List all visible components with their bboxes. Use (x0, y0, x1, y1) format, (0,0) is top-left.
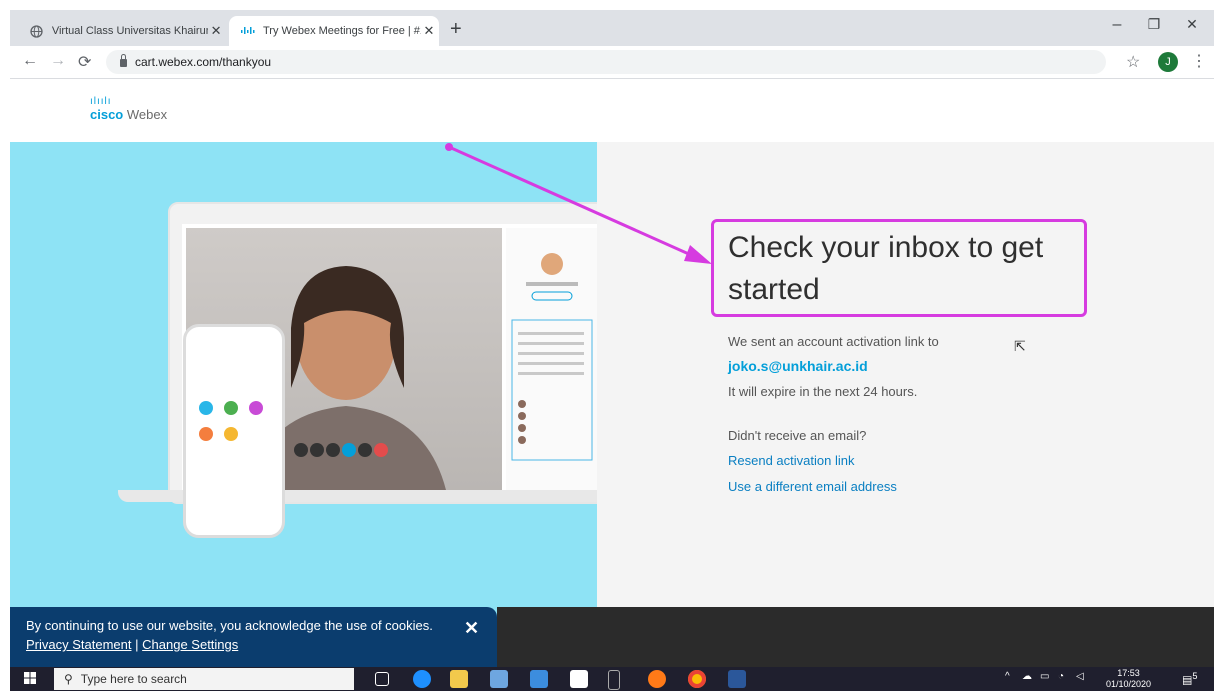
taskbar-search-input[interactable]: ⚲ Type here to search (54, 668, 354, 690)
edge-icon[interactable] (413, 670, 431, 688)
close-window-button[interactable]: ✕ (1172, 16, 1212, 33)
browser-toolbar: ← → ⟳ cart.webex.com/thankyou ☆ J ⋮ (10, 46, 1214, 79)
tab-label: Try Webex Meetings for Free | #1 (263, 25, 421, 37)
minimize-button[interactable]: – (1097, 16, 1137, 34)
back-icon[interactable]: ← (22, 52, 38, 70)
privacy-statement-link[interactable]: Privacy Statement (26, 637, 132, 652)
system-clock[interactable]: 17:53 01/10/2020 (1106, 668, 1151, 690)
lock-icon (120, 54, 127, 67)
close-icon[interactable]: ✕ (464, 619, 479, 638)
clock-date: 01/10/2020 (1106, 679, 1152, 689)
app-icon[interactable] (608, 670, 620, 690)
windows-taskbar: ⚲ Type here to search ^ ☁ ▭ ◔ ◁ 17:53 01… (10, 667, 1214, 691)
onedrive-icon[interactable]: ☁ (1022, 671, 1032, 682)
chrome-icon[interactable] (688, 670, 706, 688)
word-icon[interactable] (728, 670, 746, 688)
forward-icon[interactable]: → (50, 52, 66, 70)
search-icon: ⚲ (64, 672, 73, 686)
change-settings-link[interactable]: Change Settings (142, 637, 238, 652)
volume-icon[interactable]: ◁ (1076, 671, 1084, 682)
battery-icon[interactable]: ▭ (1040, 671, 1049, 682)
notification-count: 5 (1192, 671, 1198, 681)
mail-icon[interactable] (530, 670, 548, 688)
browser-tabstrip: Virtual Class Universitas Khairun ✕ Try … (10, 10, 1214, 46)
new-tab-button[interactable]: + (450, 18, 462, 41)
task-view-icon[interactable] (375, 672, 389, 686)
windows-start-icon[interactable] (24, 672, 36, 687)
bookmark-star-icon[interactable]: ☆ (1126, 52, 1140, 72)
cisco-icon (241, 24, 255, 38)
tab-virtual-class[interactable]: Virtual Class Universitas Khairun ✕ (18, 16, 224, 46)
file-explorer-icon[interactable] (450, 670, 468, 688)
url-text: cart.webex.com/thankyou (135, 55, 272, 69)
cookie-text: By continuing to use our website, you ac… (26, 618, 433, 633)
annotation-arrow (445, 143, 712, 264)
address-bar[interactable]: cart.webex.com/thankyou (106, 50, 1106, 74)
cookie-banner: By continuing to use our website, you ac… (10, 607, 497, 667)
store-icon[interactable] (490, 670, 508, 688)
menu-kebab-icon[interactable]: ⋮ (1191, 51, 1207, 71)
reload-icon[interactable]: ⟳ (78, 52, 91, 72)
tray-chevron-icon[interactable]: ^ (1005, 671, 1010, 682)
screen: Virtual Class Universitas Khairun ✕ Try … (10, 10, 1214, 691)
globe-icon (30, 24, 44, 38)
close-tab-icon[interactable]: ✕ (421, 23, 437, 39)
notifications-icon[interactable]: ▤5 (1182, 671, 1198, 687)
restore-button[interactable]: ❐ (1134, 16, 1174, 33)
wifi-icon[interactable]: ◔ (1058, 671, 1064, 682)
search-placeholder: Type here to search (80, 672, 187, 686)
tab-webex[interactable]: Try Webex Meetings for Free | #1 ✕ (229, 16, 439, 46)
profile-avatar[interactable]: J (1158, 52, 1178, 72)
tab-label: Virtual Class Universitas Khairun (51, 25, 209, 37)
dropbox-icon[interactable] (570, 670, 588, 688)
cookie-separator: | (135, 637, 139, 652)
webpage: ılıılı cisco Webex Check your inbox to g… (10, 79, 1214, 667)
firefox-icon[interactable] (648, 670, 666, 688)
cookie-banner-backdrop (497, 607, 1214, 667)
close-tab-icon[interactable]: ✕ (208, 23, 224, 39)
clock-time: 17:53 (1117, 668, 1140, 678)
